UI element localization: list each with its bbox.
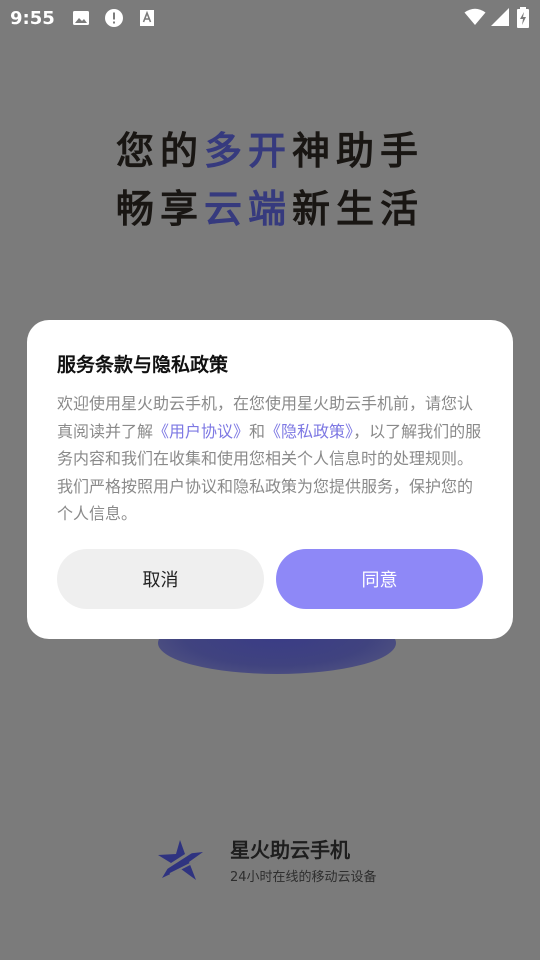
image-icon bbox=[71, 8, 91, 28]
status-bar: 9:55 bbox=[0, 0, 540, 36]
wifi-icon bbox=[464, 7, 486, 27]
headline: 您的多开神助手 畅享云端新生活 bbox=[0, 122, 540, 238]
screen: 9:55 您的多开神助手 畅享云端新生活 服务条款与隐私政策 欢迎使用星火助云手… bbox=[0, 0, 540, 960]
agree-button[interactable]: 同意 bbox=[276, 549, 483, 609]
brand-name: 星火助云手机 bbox=[230, 838, 350, 862]
star-logo-icon bbox=[156, 838, 206, 882]
headline-accent-1: 多开 bbox=[203, 129, 292, 173]
dialog-body: 欢迎使用星火助云手机，在您使用星火助云手机前，请您认真阅读并了解《用户协议》和《… bbox=[57, 394, 482, 524]
headline-line-1: 您的多开神助手 bbox=[115, 129, 425, 173]
signal-icon bbox=[490, 7, 510, 27]
user-agreement-link[interactable]: 《用户协议》 bbox=[153, 422, 249, 441]
status-time: 9:55 bbox=[10, 7, 55, 29]
a-icon bbox=[137, 8, 157, 28]
terms-dialog: 服务条款与隐私政策 欢迎使用星火助云手机，在您使用星火助云手机前，请您认真阅读并… bbox=[27, 320, 513, 639]
cancel-button[interactable]: 取消 bbox=[57, 549, 264, 609]
brand-tagline: 24小时在线的移动云设备 bbox=[230, 870, 377, 885]
brand: 星火助云手机 24小时在线的移动云设备 bbox=[156, 832, 416, 892]
battery-charging-icon bbox=[516, 7, 530, 28]
status-right bbox=[458, 7, 530, 28]
dialog-title: 服务条款与隐私政策 bbox=[57, 354, 229, 376]
privacy-policy-link[interactable]: 《隐私政策》 bbox=[265, 422, 353, 441]
alert-icon bbox=[104, 8, 124, 28]
headline-line-2: 畅享云端新生活 bbox=[115, 187, 425, 231]
headline-accent-2: 云端 bbox=[203, 187, 292, 231]
